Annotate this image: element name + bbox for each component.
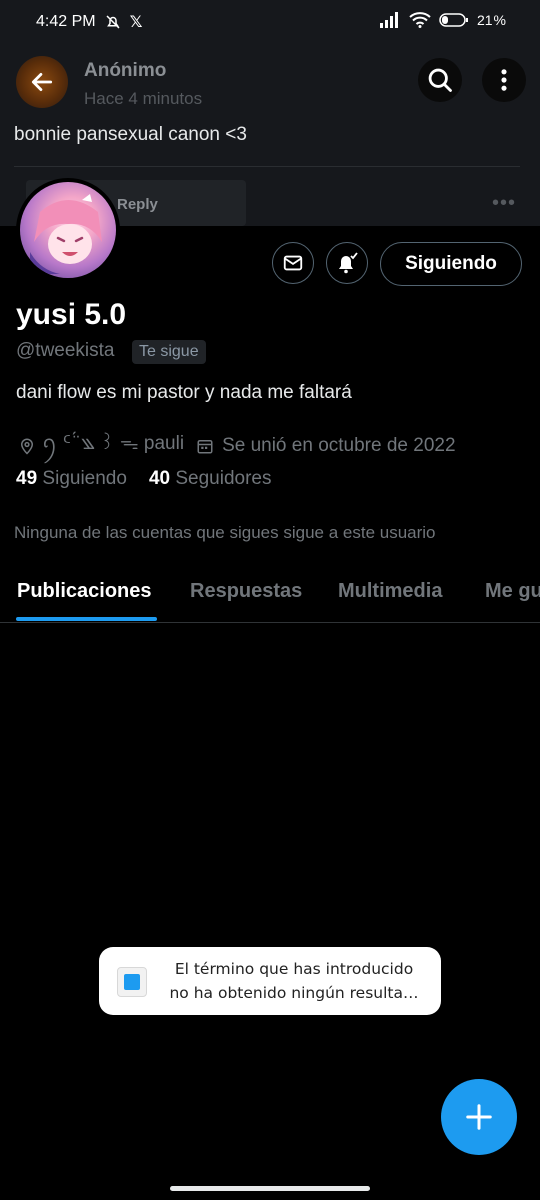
joined-date: Se unió en octubre de 2022 bbox=[222, 434, 456, 456]
mute-bell-icon bbox=[106, 15, 120, 29]
notification-bell-icon bbox=[339, 252, 358, 274]
back-arrow-icon bbox=[31, 73, 53, 91]
bio: dani flow es mi pastor y nada me faltará bbox=[16, 382, 352, 403]
search-button[interactable] bbox=[418, 58, 462, 102]
tab-respuestas[interactable]: Respuestas bbox=[190, 580, 302, 603]
following-count: 49 bbox=[16, 468, 38, 489]
twitter-icon bbox=[117, 967, 147, 997]
battery-level: 21 bbox=[476, 12, 493, 28]
banner-reply-label: Reply bbox=[117, 196, 158, 213]
tab-me-gusta[interactable]: Me gu bbox=[485, 580, 540, 603]
profile-tabs: Publicaciones Respuestas Multimedia Me g… bbox=[0, 562, 540, 623]
status-bar: 4:42 PM 𝕏 21% bbox=[0, 0, 540, 44]
notifications-button[interactable] bbox=[326, 242, 368, 284]
message-button[interactable] bbox=[272, 242, 314, 284]
more-button[interactable] bbox=[482, 58, 526, 102]
location-icon bbox=[20, 438, 34, 455]
banner-post-text: bonnie pansexual canon <3 bbox=[14, 124, 247, 145]
followers-count: 40 bbox=[148, 468, 171, 489]
following-label: Siguiendo bbox=[42, 468, 127, 489]
battery-icon bbox=[439, 13, 468, 27]
signal-icon bbox=[379, 12, 398, 28]
avatar[interactable] bbox=[16, 178, 120, 282]
location-text: ꪆ ᑦ ̈́ ꧉ ꒱ ᯓ pauli bbox=[42, 433, 185, 454]
compose-plus-icon bbox=[466, 1104, 492, 1130]
wifi-icon bbox=[409, 12, 431, 28]
banner-time: Hace 4 minutos bbox=[84, 89, 203, 108]
profile-meta: ꪆ ᑦ ̈́ ꧉ ꒱ ᯓ pauli Se unió en octubre de… bbox=[18, 424, 456, 467]
x-logo-icon: 𝕏 bbox=[129, 14, 143, 31]
followers-link[interactable]: 40 Seguidores bbox=[149, 468, 272, 490]
calendar-icon bbox=[197, 439, 213, 453]
toast-notification: El término que has introducido no ha obt… bbox=[99, 947, 441, 1015]
banner-author: Anónimo bbox=[84, 60, 167, 81]
back-button[interactable] bbox=[16, 56, 68, 108]
tab-publicaciones[interactable]: Publicaciones bbox=[17, 580, 152, 603]
tab-multimedia[interactable]: Multimedia bbox=[338, 580, 442, 603]
avatar-image bbox=[20, 182, 116, 278]
active-tab-indicator bbox=[16, 617, 157, 621]
follows-you-badge: Te sigue bbox=[132, 340, 206, 364]
search-icon bbox=[428, 68, 452, 92]
more-icon bbox=[501, 69, 507, 91]
home-indicator[interactable] bbox=[170, 1186, 370, 1191]
handle: @tweekista bbox=[16, 340, 115, 361]
message-icon bbox=[283, 255, 303, 271]
toast-text: El término que has introducido no ha obt… bbox=[169, 960, 419, 1002]
follow-counts: 49 Siguiendo 40 Seguidores bbox=[16, 468, 272, 490]
status-time: 4:42 PM bbox=[36, 13, 96, 30]
following-button[interactable]: Siguiendo bbox=[380, 242, 522, 286]
following-link[interactable]: 49 Siguiendo bbox=[16, 468, 127, 490]
display-name: yusi 5.0 bbox=[16, 298, 127, 331]
compose-button[interactable] bbox=[441, 1079, 517, 1155]
banner-divider bbox=[14, 166, 520, 167]
battery-percent: % bbox=[493, 12, 506, 28]
followers-label: Seguidores bbox=[175, 468, 272, 489]
banner-dots-icon: ••• bbox=[491, 192, 516, 214]
mutuals-note: Ninguna de las cuentas que sigues sigue … bbox=[14, 523, 436, 542]
